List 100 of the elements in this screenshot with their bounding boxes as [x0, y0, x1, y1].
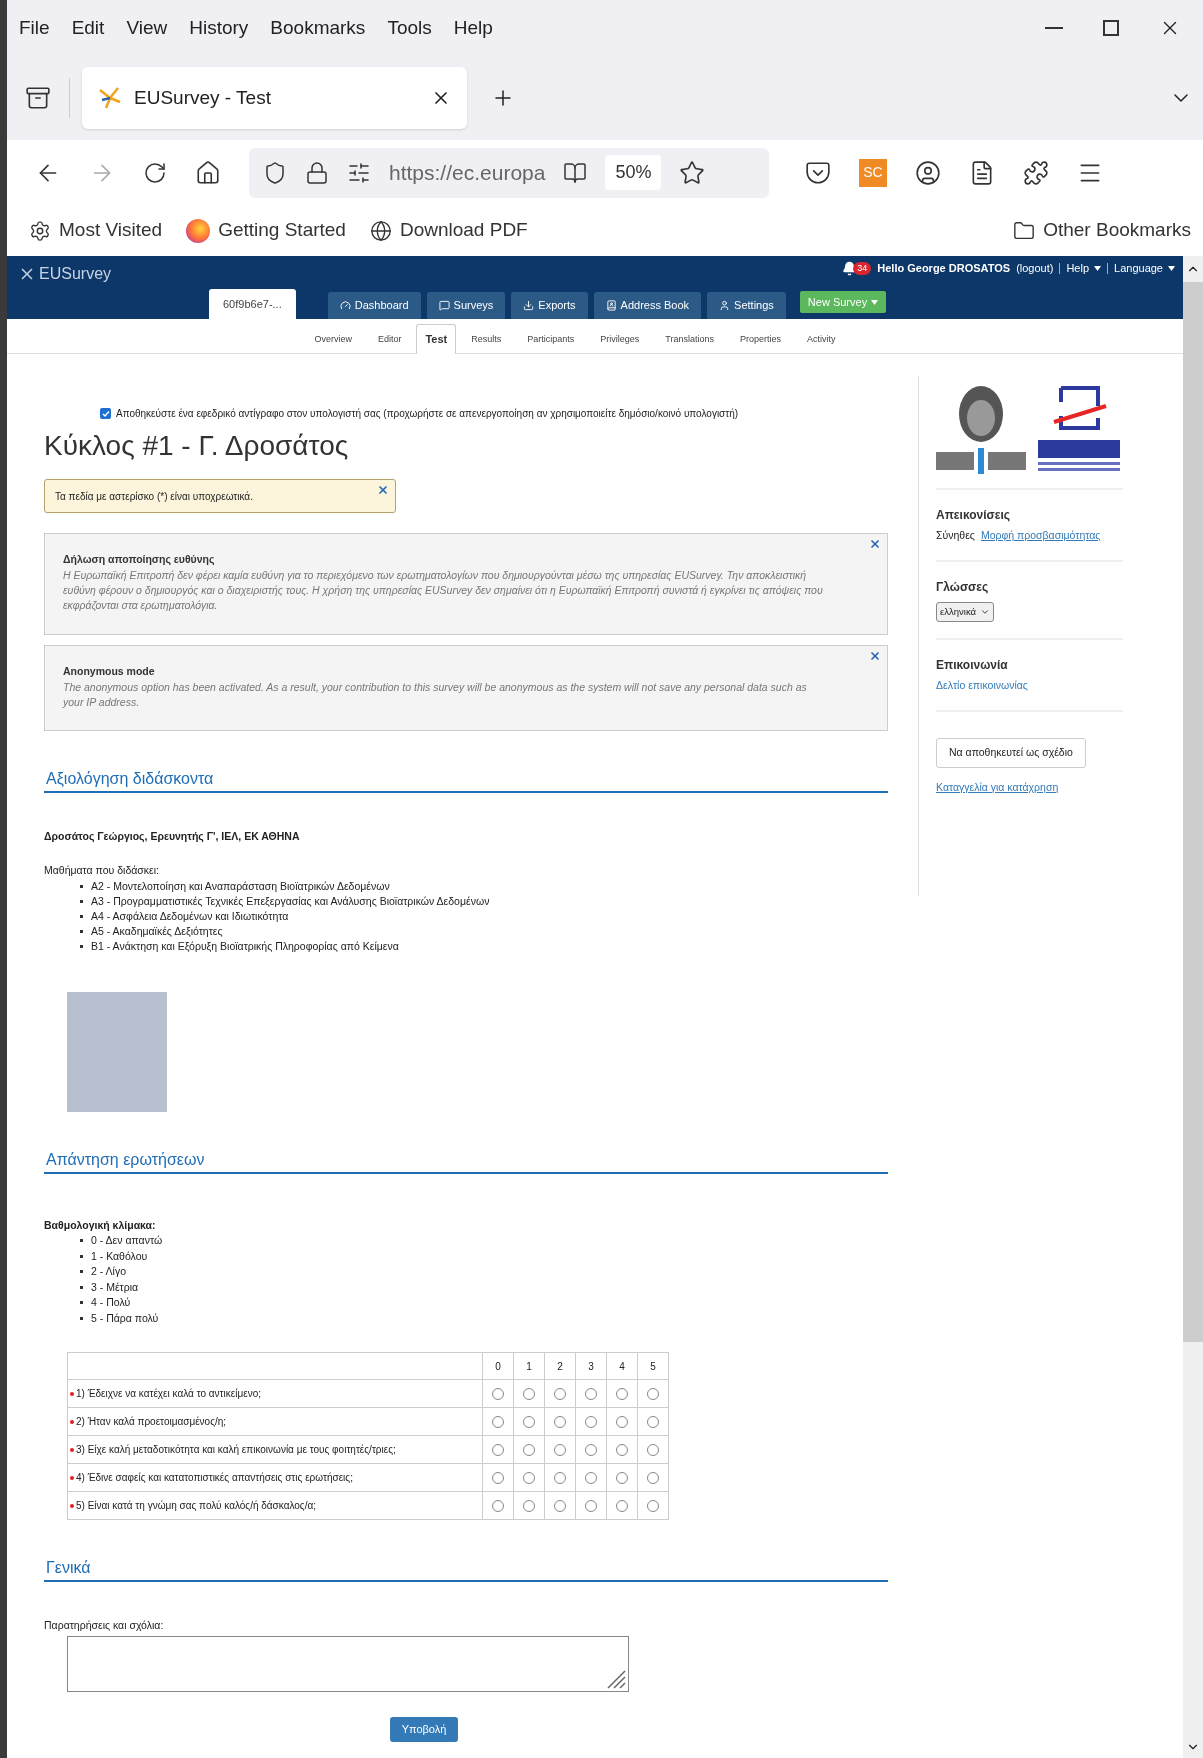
bullet-icon — [80, 914, 83, 918]
backup-label: Αποθηκεύστε ένα εφεδρικό αντίγραφο στον υπολογιστή σας (προχωρήστε σε απενεργοποίηση αν χρησιμοποιείτε δημόσιο/κοινό υπολογιστή) — [116, 407, 739, 421]
bullet-icon — [80, 944, 83, 948]
scale-item: 2 - Λίγο — [80, 1264, 888, 1280]
save-draft-button[interactable]: Να αποθηκευτεί ως σχέδιο — [936, 737, 1086, 768]
nav-icon — [605, 300, 617, 311]
zoom-level[interactable]: 50% — [605, 155, 662, 190]
bullet-icon — [80, 1270, 83, 1274]
lock-icon[interactable] — [305, 160, 329, 185]
survey-subtab[interactable]: Editor — [366, 327, 413, 353]
contact-link[interactable]: Δελτίο επικοινωνίας — [936, 677, 1123, 694]
survey-subtab[interactable]: Properties — [729, 327, 793, 353]
help-menu[interactable]: Help — [1066, 260, 1102, 277]
bullet-icon — [80, 929, 83, 933]
extensions-icon[interactable] — [1023, 159, 1049, 186]
comments-field[interactable] — [67, 1636, 629, 1692]
other-bookmarks[interactable]: Other Bookmarks — [1013, 216, 1191, 245]
menu-item[interactable]: Edit — [71, 13, 105, 43]
nav-tab[interactable]: Dashboard — [327, 292, 421, 319]
bookmark-icon — [29, 219, 51, 242]
shield-icon[interactable] — [263, 160, 287, 185]
course-item: Β1 - Ανάκτηση και Εξόρυξη Βιοϊατρικής Πληροφορίας από Κείμενα — [80, 938, 888, 954]
menu-item[interactable]: Bookmarks — [270, 13, 366, 43]
caret-icon — [871, 299, 879, 305]
language-menu[interactable]: Language — [1114, 260, 1175, 277]
bullet-icon — [80, 1254, 83, 1258]
menu-item[interactable]: Tools — [387, 13, 432, 43]
courses-label: Μαθήματα που διδάσκει: — [44, 862, 160, 878]
nav-tab[interactable]: Exports — [511, 292, 588, 319]
nav-icon — [719, 300, 731, 311]
menu-item[interactable]: History — [189, 13, 249, 43]
question-text: 1) Έδειχνε να κατέχει καλά το αντικείμενο; — [76, 1387, 261, 1402]
teacher-name: Δροσάτος Γεώργιος, Ερευνητής Γ', ΙΕΛ, ΕΚ ΑΘΗΝΑ — [44, 829, 301, 844]
bookmark-item[interactable]: Download PDF — [369, 216, 528, 245]
survey-subtab[interactable]: Translations — [654, 327, 725, 353]
column-header: 1 — [513, 1352, 545, 1380]
column-header: 2 — [544, 1352, 576, 1380]
nav-tab[interactable]: Address Book — [593, 292, 702, 319]
notice-text: The anonymous option has been activated. As a result, your contribution to this survey will be anonymous as the system will not save any personal data such as your IP address. — [63, 679, 808, 710]
language-select[interactable]: ελληνικά — [936, 601, 994, 622]
browser-tab[interactable]: EUSurvey - Test — [82, 67, 467, 129]
sidebar-heading: Επικοινωνία — [936, 656, 1009, 674]
menu-item[interactable]: View — [126, 13, 168, 43]
permissions-icon[interactable] — [347, 160, 371, 185]
question-text: 5) Είναι κατά τη γνώμη σας πολύ καλός/ή δάσκαλος/α; — [76, 1499, 316, 1514]
scale-item: 0 - Δεν απαντώ — [80, 1233, 888, 1249]
survey-subtab[interactable]: Activity — [796, 327, 847, 353]
maximize-icon[interactable] — [1103, 20, 1119, 36]
caret-icon — [1094, 265, 1102, 271]
bullet-icon — [80, 884, 83, 888]
section-heading: Γενικά — [46, 1559, 91, 1577]
survey-subtab[interactable]: Test — [416, 324, 457, 354]
address-bar[interactable]: https://ec.europa 50% — [249, 147, 769, 198]
bookmark-item[interactable]: Getting Started — [186, 216, 346, 245]
course-item: Α2 - Μοντελοποίηση και Αναπαράσταση Βιοϊατρικών Δεδομένων — [80, 878, 888, 894]
account-icon[interactable] — [915, 159, 941, 186]
notification-count: 34 — [853, 261, 872, 275]
survey-subtab[interactable]: Participants — [516, 327, 586, 353]
nav-icon — [523, 300, 535, 311]
nav-tab[interactable]: Surveys — [426, 292, 506, 319]
pocket-icon[interactable] — [805, 159, 831, 186]
home-icon[interactable] — [195, 159, 221, 186]
scale-item: 5 - Πάρα πολύ — [80, 1310, 888, 1327]
reload-icon[interactable] — [143, 160, 167, 185]
bullet-icon — [80, 1239, 83, 1243]
menu-item[interactable]: File — [19, 13, 50, 43]
submit-button[interactable]: Υποβολή — [389, 1717, 459, 1742]
course-item: Α3 - Προγραμματιστικές Τεχνικές Επεξεργασίας και Ανάλυσης Βιοϊατρικών Δεδομένων — [80, 893, 888, 909]
reader-view-icon[interactable] — [563, 160, 588, 185]
bookmark-item[interactable]: Most Visited — [29, 216, 163, 245]
brand-logo[interactable]: EUSurvey — [39, 262, 112, 286]
course-item: Α5 - Ακαδημαϊκές Δεξιότητες — [80, 923, 888, 939]
menu-item[interactable]: Help — [453, 13, 493, 43]
survey-subtab[interactable]: Overview — [303, 327, 363, 353]
standard-view-label: Σύνηθες — [936, 528, 975, 543]
folder-icon — [1013, 219, 1036, 242]
notice-text: Η Ευρωπαϊκή Επιτροπή δεν φέρει καμία ευθύνη για το περιεχόμενο των ερωτηματολογίων που δημιουργούνται μέσω της υπηρεσίας EUSurvey. Την αποκλειστική ευθύνη φέρουν ο δημιουργός και ο διαχειριστής τους. Η χρήση της υπηρεσίας EUSurvey δεν σημαίνει ότι η Ευρωπαϊκή Επιτροπή συνιστά ή εγκρίνει τις απόψεις που εκφράζονται στα ερωτηματολόγια. — [63, 567, 824, 613]
scale-label: Βαθμολογική κλίμακα: — [44, 1217, 157, 1233]
question-text: 2) Ήταν καλά προετοιμασμένος/η; — [76, 1415, 227, 1430]
nav-tab[interactable]: Settings — [707, 292, 786, 319]
star-logo-icon — [98, 86, 122, 110]
nav-icon — [438, 300, 450, 311]
tab-overview-icon[interactable] — [25, 85, 51, 111]
section-heading: Απάντηση ερωτήσεων — [46, 1150, 205, 1168]
accessibility-link[interactable]: Μορφή προσβασιμότητας — [980, 528, 1101, 544]
question-text: 4) Έδινε σαφείς και κατατοπιστικές απαντήσεις στις ερωτήσεις; — [76, 1471, 353, 1486]
firefox-icon — [186, 218, 211, 243]
backup-checkbox[interactable] — [100, 408, 111, 419]
required-note: Τα πεδία με αστερίσκο (*) είναι υποχρεωτικά. — [44, 479, 396, 513]
survey-subtab[interactable]: Results — [460, 327, 513, 353]
greeting: Hello George DROSATOS — [877, 261, 1011, 276]
logout-link[interactable]: (logout) — [1016, 260, 1054, 277]
survey-tab[interactable]: 60f9b6e7-... — [209, 289, 296, 319]
report-link[interactable]: Καταγγελία για κατάχρηση — [936, 779, 1148, 796]
bookmark-star-icon[interactable] — [679, 159, 706, 186]
scrollbar-thumb[interactable] — [1183, 282, 1203, 1342]
bullet-icon — [80, 1316, 83, 1320]
survey-title: Κύκλος #1 - Γ. Δροσάτος — [44, 429, 350, 463]
caret-icon — [1168, 265, 1175, 271]
survey-subtab[interactable]: Privileges — [589, 327, 651, 353]
